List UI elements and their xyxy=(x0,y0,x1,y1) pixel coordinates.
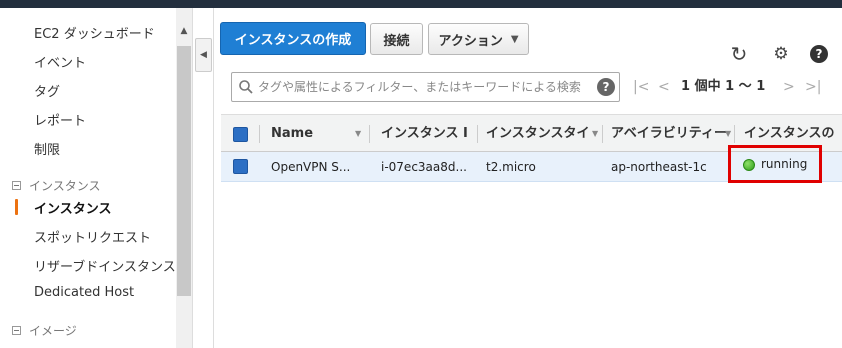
connect-button[interactable]: 接続 xyxy=(370,23,423,55)
column-divider xyxy=(602,125,603,143)
cell-instance-state: running xyxy=(761,157,808,171)
running-status-icon xyxy=(743,159,755,171)
sidebar-item-reserved-instances[interactable]: リザーブドインスタンス xyxy=(34,256,176,275)
actions-label: アクション xyxy=(438,33,503,49)
cell-instance-id: i-07ec3aa8d... xyxy=(381,160,467,174)
main-panel: インスタンスの作成 接続 アクション ▼ ↻ ⚙ ? ? |< < 1 個中 1… xyxy=(215,8,842,348)
column-divider xyxy=(259,125,260,143)
sidebar-item-spot-requests[interactable]: スポットリクエスト xyxy=(34,227,151,246)
cell-name: OpenVPN S... xyxy=(271,160,351,174)
row-checkbox[interactable] xyxy=(233,159,248,174)
sidebar: EC2 ダッシュボード イベント タグ レポート 制限 インスタンス インスタン… xyxy=(0,8,176,348)
next-page-icon[interactable]: > xyxy=(783,74,795,100)
sort-icon[interactable]: ▼ xyxy=(355,115,361,153)
column-header-availability-zone[interactable]: アベイラビリティー xyxy=(611,115,727,153)
sidebar-item-instances[interactable]: インスタンス xyxy=(34,198,111,217)
scrollbar-thumb[interactable] xyxy=(177,46,191,296)
instance-state-highlight: running xyxy=(728,145,822,183)
last-page-icon[interactable]: >| xyxy=(805,74,821,100)
prev-page-icon[interactable]: < xyxy=(658,74,670,100)
cell-instance-type: t2.micro xyxy=(486,160,536,174)
help-icon[interactable]: ? xyxy=(810,45,828,63)
select-all-checkbox[interactable] xyxy=(233,127,248,142)
sidebar-item-dedicated-host[interactable]: Dedicated Host xyxy=(34,285,134,300)
column-divider xyxy=(369,125,370,143)
collapse-sidebar-button[interactable]: ◀ xyxy=(195,38,212,72)
active-indicator xyxy=(15,199,18,215)
sidebar-item-reports[interactable]: レポート xyxy=(34,110,86,129)
search-icon xyxy=(239,80,253,94)
sidebar-item-limits[interactable]: 制限 xyxy=(34,139,60,158)
top-bar xyxy=(0,0,842,8)
chevron-down-icon: ▼ xyxy=(510,33,519,45)
column-header-name[interactable]: Name xyxy=(271,115,351,153)
scroll-up-icon[interactable]: ▲ xyxy=(176,24,192,38)
collapse-icon xyxy=(12,326,21,335)
filter-search-box[interactable]: ? xyxy=(231,72,620,102)
create-instance-button[interactable]: インスタンスの作成 xyxy=(220,22,366,55)
sidebar-item-ec2-dashboard[interactable]: EC2 ダッシュボード xyxy=(34,23,155,42)
sort-icon[interactable]: ▼ xyxy=(592,115,598,153)
collapse-icon xyxy=(12,181,21,190)
sidebar-item-events[interactable]: イベント xyxy=(34,52,86,71)
sidebar-item-tags[interactable]: タグ xyxy=(34,81,60,100)
sidebar-scrollbar[interactable]: ▲ xyxy=(176,8,192,348)
actions-dropdown[interactable]: アクション ▼ xyxy=(428,23,529,55)
column-divider xyxy=(734,125,735,143)
column-header-instance-id[interactable]: インスタンス I xyxy=(381,115,473,153)
refresh-icon[interactable]: ↻ xyxy=(729,44,749,64)
filter-input[interactable] xyxy=(258,76,588,98)
column-divider xyxy=(477,125,478,143)
pagination-text: 1 個中 1 ～ 1 xyxy=(681,79,766,94)
column-header-instance-type[interactable]: インスタンスタイ xyxy=(486,115,592,153)
sidebar-section-label: インスタンス xyxy=(29,179,101,193)
first-page-icon[interactable]: |< xyxy=(633,74,649,100)
gear-icon[interactable]: ⚙ xyxy=(771,44,791,64)
sidebar-section-instances[interactable]: インスタンス xyxy=(12,177,101,194)
cell-availability-zone: ap-northeast-1c xyxy=(611,160,707,174)
filter-help-icon[interactable]: ? xyxy=(597,78,615,96)
sidebar-section-label: イメージ xyxy=(29,324,77,338)
sidebar-collapse-strip: ◀ xyxy=(192,8,214,348)
sidebar-section-images[interactable]: イメージ xyxy=(12,322,77,339)
